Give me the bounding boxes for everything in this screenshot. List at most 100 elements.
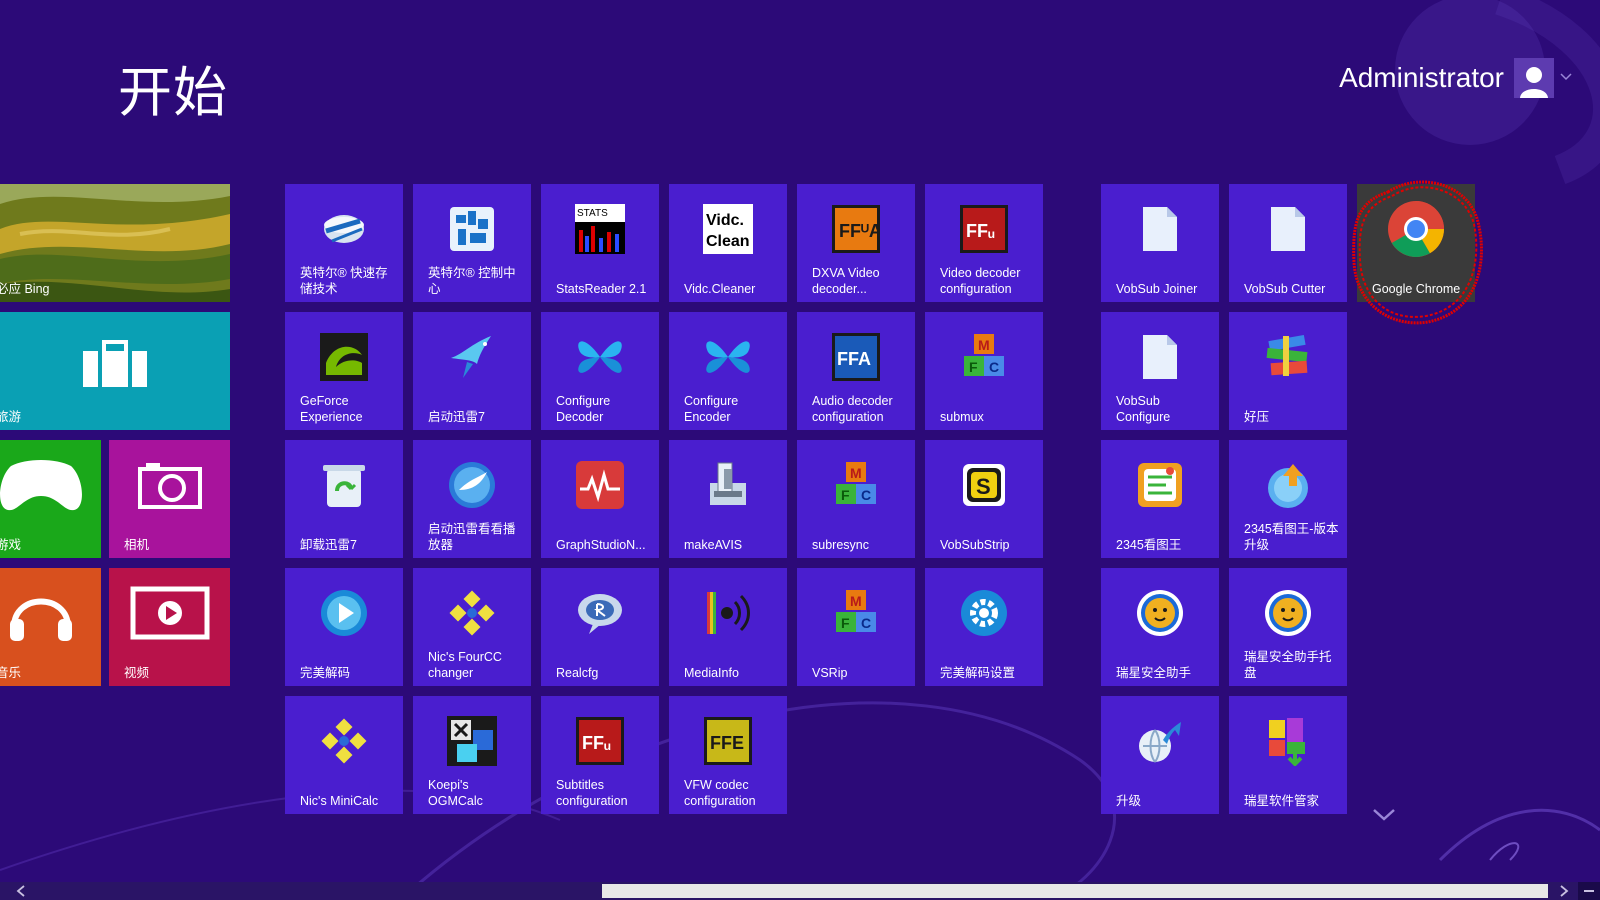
tile-thunder-player[interactable]: 启动迅雷看看播放器 xyxy=(413,440,531,558)
makeavis-icon xyxy=(669,458,787,512)
video-play-icon xyxy=(109,586,230,640)
chevron-down-icon[interactable] xyxy=(1372,808,1396,822)
tile-label: MediaInfo xyxy=(684,666,739,680)
haozip-books-icon xyxy=(1229,330,1347,384)
tile-subresync[interactable]: M F C subresync xyxy=(797,440,915,558)
tile-label: makeAVIS xyxy=(684,538,743,552)
chevron-left-icon xyxy=(16,885,25,897)
tile-vobsub-cutter[interactable]: VobSub Cutter xyxy=(1229,184,1347,302)
tile-label: Subtitles configuration xyxy=(556,778,628,808)
tile-haozip[interactable]: 好压 xyxy=(1229,312,1347,430)
scroll-left-button[interactable] xyxy=(12,882,30,900)
tile-geforce[interactable]: GeForce Experience xyxy=(285,312,403,430)
ffdshow-dxva-icon: FFᵁA xyxy=(797,202,915,256)
tile-vidc-cleaner[interactable]: Vidc. Clean Vidc.Cleaner xyxy=(669,184,787,302)
tile-label: 启动迅雷7 xyxy=(428,410,485,424)
tile-rising-tray[interactable]: 瑞星安全助手托盘 xyxy=(1229,568,1347,686)
thunder-bird-icon xyxy=(413,330,531,384)
tile-camera[interactable]: 相机 xyxy=(109,440,230,558)
horizontal-scrollbar[interactable] xyxy=(0,882,1600,900)
gear-icon xyxy=(925,586,1043,640)
scroll-right-button[interactable] xyxy=(1555,882,1573,900)
tile-graphstudio[interactable]: GraphStudioN... xyxy=(541,440,659,558)
tile-submux[interactable]: M F C submux xyxy=(925,312,1043,430)
tile-subtitles-config[interactable]: FFᵤ Subtitles configuration xyxy=(541,696,659,814)
fourcc-molecule-icon xyxy=(413,586,531,640)
tile-label: 完美解码设置 xyxy=(940,666,1016,680)
upgrade-globe-icon xyxy=(1101,714,1219,768)
tile-rising-assistant[interactable]: 瑞星安全助手 xyxy=(1101,568,1219,686)
tile-mediainfo[interactable]: MediaInfo xyxy=(669,568,787,686)
highlight-circle xyxy=(1352,180,1483,325)
tile-2345-viewer[interactable]: 2345看图王 xyxy=(1101,440,1219,558)
tile-label: VobSub Cutter xyxy=(1244,282,1326,296)
ff-text: FFᵁA xyxy=(839,221,880,241)
tile-configure-decoder[interactable]: Configure Decoder xyxy=(541,312,659,430)
block-letter: C xyxy=(861,487,871,503)
tile-video[interactable]: 视频 xyxy=(109,568,230,686)
rising-lion-icon xyxy=(1101,586,1219,640)
tile-2345-viewer-upgrade[interactable]: 2345看图王-版本升级 xyxy=(1229,440,1347,558)
tile-intel-control[interactable]: 英特尔® 控制中心 xyxy=(413,184,531,302)
tile-label: 瑞星安全助手托盘 xyxy=(1244,650,1332,680)
tile-makeavis[interactable]: makeAVIS xyxy=(669,440,787,558)
block-letter: M xyxy=(850,593,862,609)
tile-thunder7[interactable]: 启动迅雷7 xyxy=(413,312,531,430)
tile-label: Nic's FourCC changer xyxy=(428,650,502,680)
scroll-thumb[interactable] xyxy=(602,884,1548,898)
tile-label: Audio decoder configuration xyxy=(812,394,893,424)
ff-text: FFᵤ xyxy=(966,221,995,241)
tile-label: 卸载迅雷7 xyxy=(300,538,357,552)
vidc-text-1: Vidc. xyxy=(706,212,744,229)
tile-minicalc[interactable]: Nic's MiniCalc xyxy=(285,696,403,814)
user-account[interactable]: Administrator xyxy=(1339,58,1572,98)
rising-manager-icon xyxy=(1229,714,1347,768)
rising-lion-icon xyxy=(1229,586,1347,640)
tile-perfect-decoder[interactable]: 完美解码 xyxy=(285,568,403,686)
tile-label: 升级 xyxy=(1116,794,1142,808)
ff-text: FFE xyxy=(710,733,744,753)
minus-icon xyxy=(1584,890,1594,892)
intel-storage-icon xyxy=(285,202,403,256)
ffdshow-subtitles-icon: FFᵤ xyxy=(541,714,659,768)
tile-vobsubstrip[interactable]: S VobSubStrip xyxy=(925,440,1043,558)
gamepad-icon xyxy=(0,458,101,512)
recycle-bin-icon xyxy=(285,458,403,512)
tile-intel-rst[interactable]: 英特尔® 快速存储技术 xyxy=(285,184,403,302)
mediainfo-icon xyxy=(669,586,787,640)
tile-rising-manager[interactable]: 瑞星软件管家 xyxy=(1229,696,1347,814)
tile-realcfg[interactable]: Realcfg xyxy=(541,568,659,686)
tile-uninstall-thunder[interactable]: 卸载迅雷7 xyxy=(285,440,403,558)
headphones-icon xyxy=(0,586,101,641)
statsreader-icon: STATS xyxy=(541,202,659,256)
tile-bing[interactable]: 必应 Bing xyxy=(0,184,230,302)
tile-ogmcalc[interactable]: Koepi's OGMCalc xyxy=(413,696,531,814)
tile-vobsub-joiner[interactable]: VobSub Joiner xyxy=(1101,184,1219,302)
graphstudio-icon xyxy=(541,458,659,512)
tile-label: 完美解码 xyxy=(300,666,351,680)
tile-dxva-decoder[interactable]: FFᵁA DXVA Video decoder... xyxy=(797,184,915,302)
tile-label: VobSub Joiner xyxy=(1116,282,1198,296)
tile-vfw-codec-config[interactable]: FFE VFW codec configuration xyxy=(669,696,787,814)
tile-perfect-decoder-settings[interactable]: 完美解码设置 xyxy=(925,568,1043,686)
tile-games[interactable]: 游戏 xyxy=(0,440,101,558)
tile-label: StatsReader 2.1 xyxy=(556,282,647,296)
vidc-text-2: Clean xyxy=(706,233,750,250)
tile-video-decoder-config[interactable]: FFᵤ Video decoder configuration xyxy=(925,184,1043,302)
tile-label: 游戏 xyxy=(0,538,22,552)
tile-statsreader[interactable]: STATS StatsReader 2.1 xyxy=(541,184,659,302)
tile-label: Koepi's OGMCalc xyxy=(428,778,483,808)
block-letter: F xyxy=(841,615,850,631)
tile-fourcc-changer[interactable]: Nic's FourCC changer xyxy=(413,568,531,686)
zoom-minus-button[interactable] xyxy=(1578,882,1600,900)
block-letter: M xyxy=(978,337,990,353)
ff-text: FFᵤ xyxy=(582,733,611,753)
tile-vobsub-configure[interactable]: VobSub Configure xyxy=(1101,312,1219,430)
tile-label: 英特尔® 快速存储技术 xyxy=(300,266,388,296)
tile-configure-encoder[interactable]: Configure Encoder xyxy=(669,312,787,430)
tile-upgrade[interactable]: 升级 xyxy=(1101,696,1219,814)
tile-audio-decoder-config[interactable]: FFA Audio decoder configuration xyxy=(797,312,915,430)
tile-vsrip[interactable]: M F C VSRip xyxy=(797,568,915,686)
tile-music[interactable]: 音乐 xyxy=(0,568,101,686)
tile-travel[interactable]: 旅游 xyxy=(0,312,230,430)
